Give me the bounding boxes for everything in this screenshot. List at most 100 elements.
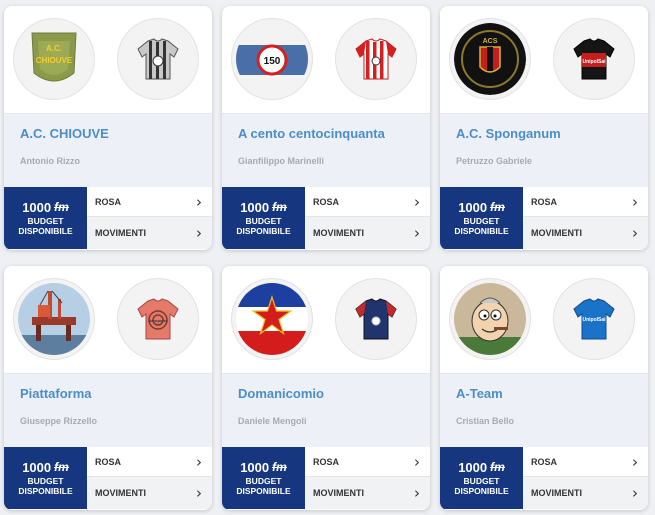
- movimenti-link[interactable]: MOVIMENTI ›: [523, 477, 648, 509]
- rosa-label: ROSA: [313, 196, 340, 207]
- card-links: ROSA › MOVIMENTI ›: [87, 447, 212, 509]
- team-info: A cento centocinquanta Gianfilippo Marin…: [222, 113, 430, 187]
- rosa-link[interactable]: ROSA ›: [305, 187, 430, 217]
- rosa-link[interactable]: ROSA ›: [87, 187, 212, 217]
- team-kit-icon: [336, 19, 416, 99]
- fm-currency-icon: fm: [490, 460, 505, 474]
- card-footer: 1000 fm BUDGET DISPONIBILE ROSA › MOVIMENT…: [222, 187, 430, 249]
- chevron-right-icon: ›: [632, 192, 638, 211]
- card-header: ACS UnipolSai: [440, 6, 648, 113]
- rosa-link[interactable]: ROSA ›: [87, 447, 212, 477]
- movimenti-label: MOVIMENTI: [313, 228, 364, 238]
- svg-text:CHIOUVE: CHIOUVE: [36, 56, 73, 65]
- movimenti-link[interactable]: MOVIMENTI ›: [305, 477, 430, 509]
- team-card[interactable]: ACS UnipolSai A.C. Sponganum Petruzzo Ga…: [440, 6, 648, 250]
- card-header: UnipolSai: [440, 266, 648, 373]
- team-card[interactable]: UnipolSai A-Team Cristian Bello 1000 fm B…: [440, 266, 648, 510]
- rosa-link[interactable]: ROSA ›: [523, 187, 648, 217]
- manager-name: Daniele Mengoli: [238, 416, 307, 426]
- team-kit-icon: Aeroporto: [118, 279, 198, 359]
- manager-name: Antonio Rizzo: [20, 156, 80, 166]
- rosa-label: ROSA: [313, 456, 340, 467]
- team-kit-icon: [118, 19, 198, 99]
- manager-name: Cristian Bello: [456, 416, 515, 426]
- rosa-label: ROSA: [95, 456, 122, 467]
- movimenti-label: MOVIMENTI: [531, 228, 582, 238]
- budget-label: BUDGET DISPONIBILE: [454, 476, 509, 496]
- card-header: A.C. CHIOUVE: [4, 6, 212, 113]
- budget-box: 1000 fm BUDGET DISPONIBILE: [222, 447, 305, 509]
- card-footer: 1000 fm BUDGET DISPONIBILE ROSA › MOVIMENT…: [4, 187, 212, 249]
- movimenti-link[interactable]: MOVIMENTI ›: [87, 477, 212, 509]
- team-kit-icon: UnipolSai: [554, 279, 634, 359]
- budget-label: BUDGET DISPONIBILE: [18, 216, 73, 236]
- card-footer: 1000 fm BUDGET DISPONIBILE ROSA › MOVIMENT…: [440, 447, 648, 509]
- card-links: ROSA › MOVIMENTI ›: [305, 447, 430, 509]
- team-kit-icon: [336, 279, 416, 359]
- movimenti-link[interactable]: MOVIMENTI ›: [305, 217, 430, 249]
- team-name[interactable]: A.C. CHIOUVE: [20, 126, 109, 141]
- movimenti-label: MOVIMENTI: [313, 488, 364, 498]
- chevron-right-icon: ›: [632, 484, 638, 502]
- team-logo: 150: [232, 19, 312, 99]
- budget-amount: 1000: [22, 460, 52, 475]
- manager-name: Giuseppe Rizzello: [20, 416, 98, 426]
- budget-amount: 1000: [458, 200, 488, 215]
- card-header: Aeroporto: [4, 266, 212, 373]
- card-footer: 1000 fm BUDGET DISPONIBILE ROSA › MOVIMENT…: [440, 187, 648, 249]
- team-name[interactable]: A.C. Sponganum: [456, 126, 561, 141]
- team-logo: ACS: [450, 19, 530, 99]
- fm-currency-icon: fm: [490, 200, 505, 214]
- team-logo: [232, 279, 312, 359]
- team-kit-icon: UnipolSai: [554, 19, 634, 99]
- team-name[interactable]: Piattaforma: [20, 386, 92, 401]
- team-name[interactable]: Domanicomio: [238, 386, 324, 401]
- movimenti-link[interactable]: MOVIMENTI ›: [523, 217, 648, 249]
- chevron-right-icon: ›: [414, 452, 420, 471]
- team-card[interactable]: Domanicomio Daniele Mengoli 1000 fm BUDGE…: [222, 266, 430, 510]
- card-links: ROSA › MOVIMENTI ›: [523, 187, 648, 249]
- logo-text: ACS: [483, 38, 498, 45]
- chevron-right-icon: ›: [414, 192, 420, 211]
- card-links: ROSA › MOVIMENTI ›: [523, 447, 648, 509]
- card-links: ROSA › MOVIMENTI ›: [87, 187, 212, 249]
- team-logo: [14, 279, 94, 359]
- budget-amount: 1000: [458, 460, 488, 475]
- rosa-label: ROSA: [95, 196, 122, 207]
- team-card[interactable]: Aeroporto Piattaforma Giuseppe Rizzello …: [4, 266, 212, 510]
- chevron-right-icon: ›: [196, 484, 202, 502]
- team-name[interactable]: A cento centocinquanta: [238, 126, 385, 141]
- team-info: Domanicomio Daniele Mengoli: [222, 373, 430, 447]
- team-logo: [450, 279, 530, 359]
- team-name[interactable]: A-Team: [456, 386, 503, 401]
- budget-box: 1000 fm BUDGET DISPONIBILE: [4, 447, 87, 509]
- chevron-right-icon: ›: [414, 484, 420, 502]
- chevron-right-icon: ›: [196, 224, 202, 242]
- budget-amount: 1000: [240, 460, 270, 475]
- budget-label: BUDGET DISPONIBILE: [18, 476, 73, 496]
- fm-currency-icon: fm: [272, 460, 287, 474]
- rosa-link[interactable]: ROSA ›: [305, 447, 430, 477]
- movimenti-link[interactable]: MOVIMENTI ›: [87, 217, 212, 249]
- budget-box: 1000 fm BUDGET DISPONIBILE: [440, 187, 523, 249]
- team-logo: A.C. CHIOUVE: [14, 19, 94, 99]
- card-footer: 1000 fm BUDGET DISPONIBILE ROSA › MOVIMENT…: [4, 447, 212, 509]
- card-header: 150: [222, 6, 430, 113]
- budget-box: 1000 fm BUDGET DISPONIBILE: [222, 187, 305, 249]
- rosa-label: ROSA: [531, 456, 558, 467]
- budget-amount: 1000: [240, 200, 270, 215]
- chevron-right-icon: ›: [632, 452, 638, 471]
- budget-label: BUDGET DISPONIBILE: [236, 216, 291, 236]
- movimenti-label: MOVIMENTI: [95, 228, 146, 238]
- card-links: ROSA › MOVIMENTI ›: [305, 187, 430, 249]
- kit-sponsor: Aeroporto: [148, 318, 168, 323]
- fm-currency-icon: fm: [54, 460, 69, 474]
- budget-label: BUDGET DISPONIBILE: [454, 216, 509, 236]
- team-card[interactable]: A.C. CHIOUVE A.C. CHIOUVE Antonio Rizzo …: [4, 6, 212, 250]
- budget-amount: 1000: [22, 200, 52, 215]
- rosa-link[interactable]: ROSA ›: [523, 447, 648, 477]
- rosa-label: ROSA: [531, 196, 558, 207]
- fm-currency-icon: fm: [272, 200, 287, 214]
- team-info: A-Team Cristian Bello: [440, 373, 648, 447]
- team-card[interactable]: 150 A cento centocinquanta Gianfilippo M…: [222, 6, 430, 250]
